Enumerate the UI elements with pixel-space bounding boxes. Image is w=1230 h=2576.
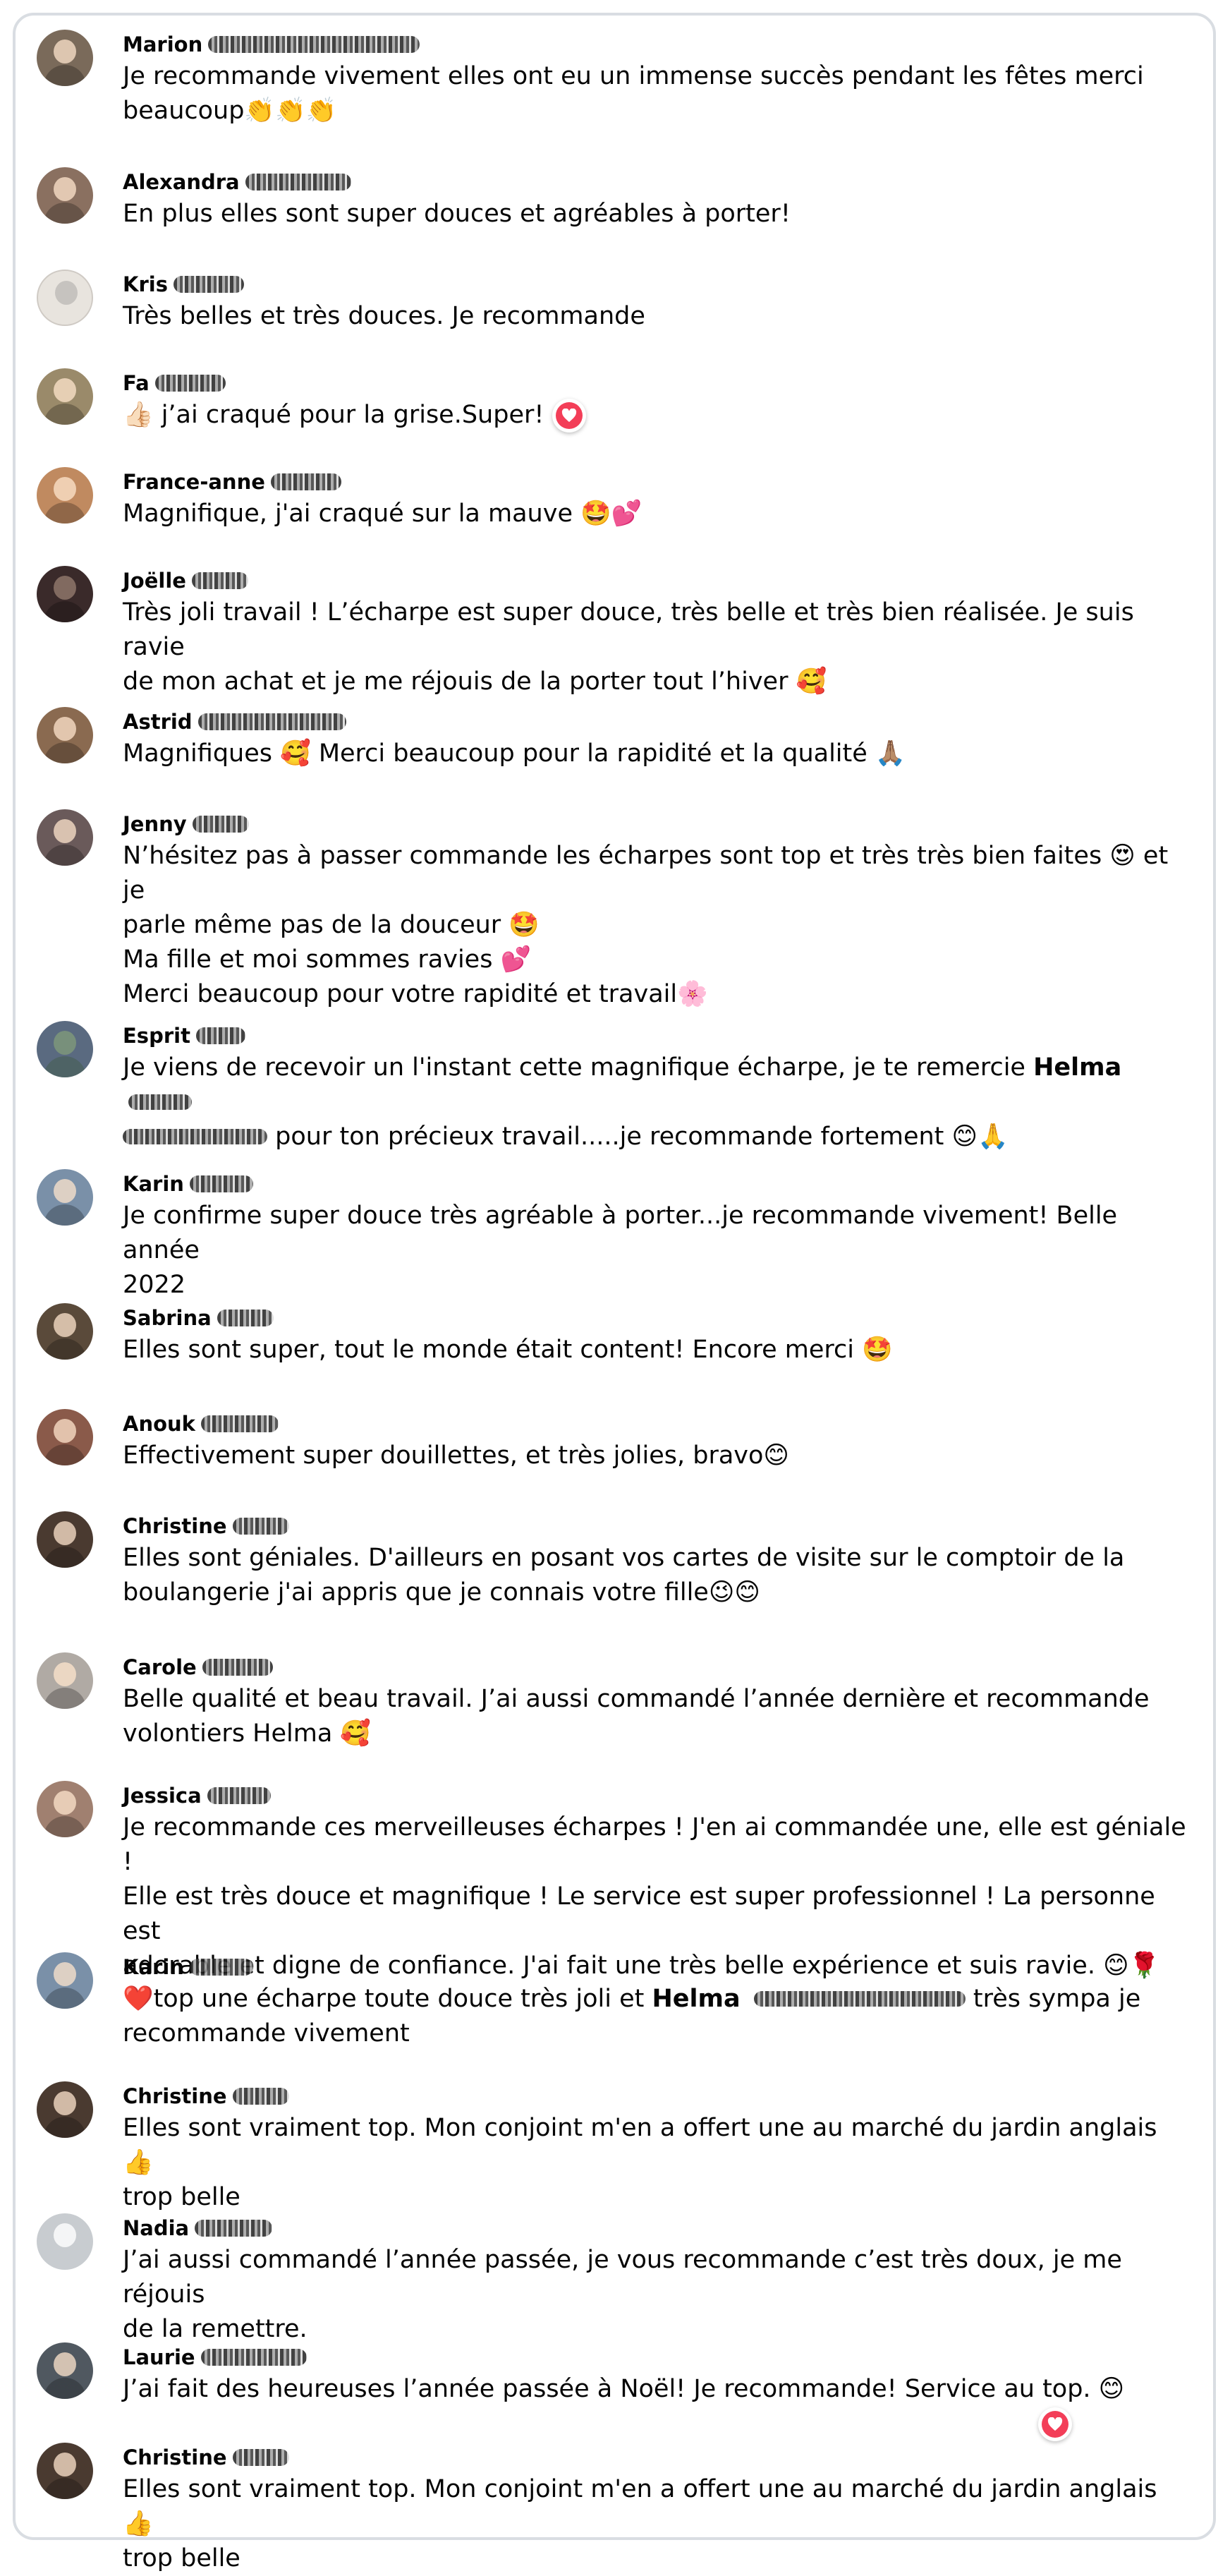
- redacted-surname: [195, 1027, 245, 1044]
- redacted-surname: [245, 174, 351, 191]
- comment-text: En plus elles sont super douces et agréa…: [123, 200, 791, 228]
- avatar[interactable]: [37, 1952, 93, 2009]
- commenter-name[interactable]: Anouk: [123, 1412, 195, 1436]
- comment-text: Elles sont vraiment top. Mon conjoint m'…: [123, 2475, 1157, 2572]
- redacted-surname: [197, 713, 346, 730]
- avatar[interactable]: [37, 368, 93, 425]
- redacted-surname: [232, 2449, 289, 2466]
- redacted-surname: [202, 1659, 273, 1676]
- avatar[interactable]: [37, 1781, 93, 1837]
- avatar[interactable]: [37, 809, 93, 866]
- comments-card: Marion Je recommande vivement elles ont …: [13, 13, 1216, 2572]
- commenter-name[interactable]: Astrid: [123, 710, 193, 734]
- mention-link[interactable]: Helma: [1033, 1053, 1121, 1082]
- redacted-surname: [200, 2349, 307, 2366]
- redacted-surname: [189, 1175, 253, 1192]
- redacted-surname: [200, 1415, 279, 1432]
- heart-reaction-icon[interactable]: [1038, 2407, 1072, 2441]
- comment-text: Je viens de recevoir un l'instant cette …: [123, 1051, 1195, 1154]
- mention-link[interactable]: Helma: [652, 1985, 741, 2013]
- comment-text: Elles sont vraiment top. Mon conjoint m'…: [123, 2114, 1157, 2211]
- avatar[interactable]: [37, 1511, 93, 1568]
- commenter-name[interactable]: Jessica: [123, 1784, 202, 1808]
- avatar[interactable]: [37, 467, 93, 524]
- avatar[interactable]: [37, 707, 93, 763]
- avatar[interactable]: [37, 167, 93, 224]
- avatar[interactable]: [37, 566, 93, 622]
- comment-text: 👍🏻 j’ai craqué pour la grise.Super!: [123, 398, 1195, 433]
- avatar[interactable]: [37, 1303, 93, 1360]
- comment-text: Magnifiques 🥰 Merci beaucoup pour la rap…: [123, 739, 906, 768]
- commenter-name[interactable]: Sabrina: [123, 1306, 212, 1330]
- comment-text: Elles sont géniales. D'ailleurs en posan…: [123, 1544, 1125, 1607]
- commenter-name[interactable]: Nadia: [123, 2216, 189, 2240]
- comment-text-content: Je viens de recevoir un l'instant cette …: [123, 1053, 1025, 1082]
- redacted-surname: [217, 1310, 274, 1326]
- avatar[interactable]: [37, 2342, 93, 2399]
- avatar[interactable]: [37, 1021, 93, 1077]
- avatar[interactable]: [37, 1409, 93, 1465]
- redacted-surname: [189, 1959, 253, 1976]
- commenter-name[interactable]: Kris: [123, 272, 168, 296]
- heart-reaction-icon[interactable]: [552, 399, 586, 433]
- redacted-mention: [123, 1129, 267, 1144]
- redacted-surname: [270, 473, 341, 490]
- commenter-name[interactable]: Fa: [123, 371, 150, 395]
- redacted-surname: [195, 2220, 273, 2237]
- avatar[interactable]: [37, 1169, 93, 1226]
- comment-text: Elles sont super, tout le monde était co…: [123, 1336, 893, 1364]
- comment-text: Magnifique, j'ai craqué sur la mauve 🤩💕: [123, 500, 643, 528]
- comment-text: Très joli travail ! L’écharpe est super …: [123, 598, 1134, 696]
- redacted-surname: [232, 1518, 289, 1535]
- comment-text: N’hésitez pas à passer commande les écha…: [123, 842, 1169, 1008]
- commenter-name[interactable]: Marion: [123, 32, 202, 56]
- commenter-name[interactable]: France-anne: [123, 470, 265, 494]
- redacted-surname: [207, 1787, 271, 1804]
- commenter-name[interactable]: Karin: [123, 1955, 184, 1979]
- avatar[interactable]: [37, 1652, 93, 1709]
- commenter-name[interactable]: Christine: [123, 2084, 227, 2108]
- commenter-name[interactable]: Joëlle: [123, 569, 186, 593]
- comment-text: Je confirme super douce très agréable à …: [123, 1202, 1118, 1299]
- comment-text: J’ai fait des heureuses l’année passée à…: [123, 2375, 1125, 2403]
- avatar[interactable]: [37, 2443, 93, 2499]
- commenter-name[interactable]: Karin: [123, 1172, 184, 1196]
- comment-text: Je recommande vivement elles ont eu un i…: [123, 62, 1144, 125]
- comment-text-content: pour ton précieux travail.....je recomma…: [275, 1123, 1009, 1151]
- avatar[interactable]: [37, 270, 93, 326]
- comment-text-content: 👍🏻 j’ai craqué pour la grise.Super!: [123, 401, 544, 429]
- commenter-name[interactable]: Jenny: [123, 812, 187, 836]
- comment-text: Effectivement super douillettes, et très…: [123, 1441, 789, 1470]
- redacted-mention: [753, 1991, 966, 2007]
- redacted-surname: [208, 36, 420, 53]
- commenter-name[interactable]: Laurie: [123, 2345, 195, 2369]
- redacted-surname: [173, 276, 244, 293]
- commenter-name[interactable]: Christine: [123, 2445, 227, 2469]
- avatar[interactable]: [37, 30, 93, 86]
- avatar[interactable]: [37, 2213, 93, 2270]
- redacted-mention: [128, 1094, 192, 1110]
- commenter-name[interactable]: Carole: [123, 1655, 197, 1679]
- comment-text: Très belles et très douces. Je recommand…: [123, 302, 645, 330]
- comment-text-content: ❤️top une écharpe toute douce très joli …: [123, 1985, 645, 2013]
- redacted-surname: [191, 572, 248, 589]
- commenter-name[interactable]: Esprit: [123, 1024, 190, 1048]
- comment-text: J’ai aussi commandé l’année passée, je v…: [123, 2246, 1122, 2343]
- redacted-surname: [154, 375, 226, 392]
- commenter-name[interactable]: Alexandra: [123, 170, 240, 194]
- comment-text: ❤️top une écharpe toute douce très joli …: [123, 1982, 1195, 2051]
- commenter-name[interactable]: Christine: [123, 1514, 227, 1538]
- redacted-surname: [192, 816, 249, 833]
- avatar[interactable]: [37, 2081, 93, 2138]
- redacted-surname: [232, 2088, 289, 2105]
- comment-text: Belle qualité et beau travail. J’ai auss…: [123, 1685, 1150, 1748]
